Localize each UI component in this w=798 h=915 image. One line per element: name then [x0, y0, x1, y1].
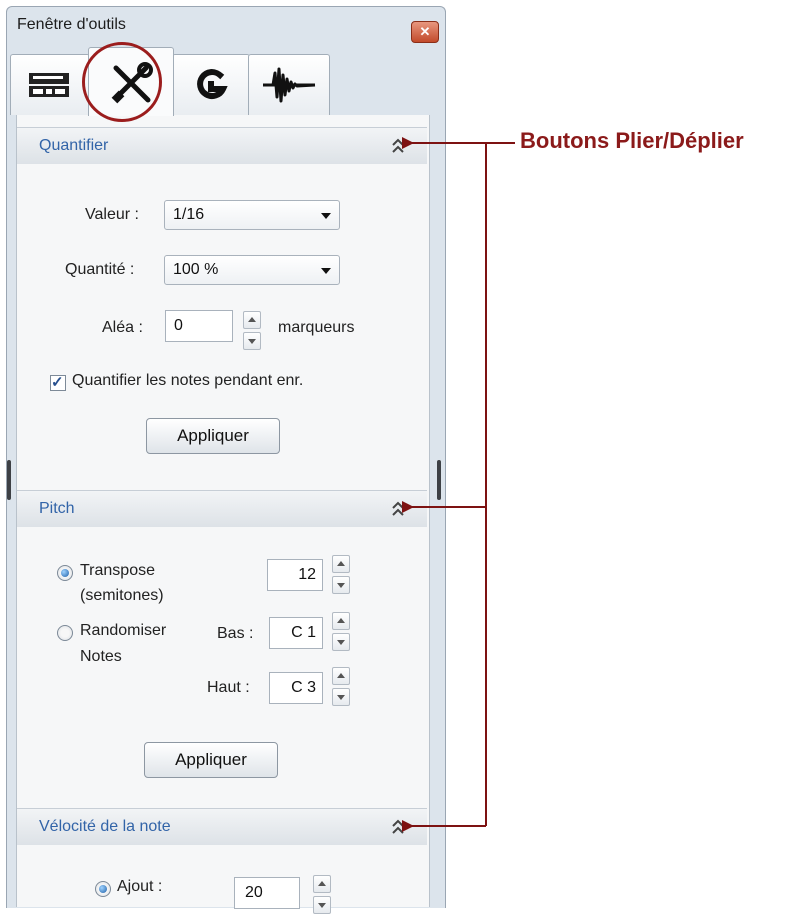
random-stepper[interactable]	[243, 311, 261, 351]
low-note-value: C 1	[291, 624, 316, 641]
transpose-input[interactable]: 12	[267, 559, 323, 591]
apply-quantize-button[interactable]: Appliquer	[146, 418, 280, 454]
tab-mixer[interactable]	[10, 54, 90, 115]
randomize-label: Randomiser	[80, 622, 167, 639]
waveform-icon	[263, 67, 316, 103]
record-quantize-checkbox[interactable]: ✓	[50, 374, 66, 391]
quantity-select[interactable]: 100 %	[164, 255, 340, 285]
stepper-down-icon[interactable]	[332, 633, 350, 651]
pitch-title: Pitch	[39, 500, 75, 517]
value-selected: 1/16	[173, 206, 205, 223]
tab-groove[interactable]	[172, 54, 250, 115]
value-label: Valeur :	[85, 206, 139, 223]
transpose-radio[interactable]	[57, 565, 73, 581]
add-stepper[interactable]	[313, 875, 331, 915]
add-label: Ajout :	[117, 878, 163, 895]
collapse-icon[interactable]	[391, 819, 405, 835]
velocity-body: Ajout : 20	[17, 845, 427, 914]
high-note-stepper[interactable]	[332, 667, 350, 707]
add-radio[interactable]	[95, 881, 111, 897]
panel-scroll-handle[interactable]	[7, 460, 11, 500]
title-bar[interactable]: Fenêtre d'outils ✕	[7, 7, 445, 43]
stepper-up-icon[interactable]	[332, 612, 350, 630]
apply-pitch-button[interactable]: Appliquer	[144, 742, 278, 778]
high-note-input[interactable]: C 3	[269, 672, 323, 704]
random-input[interactable]: 0	[165, 310, 233, 342]
window-title: Fenêtre d'outils	[17, 16, 126, 33]
transpose-stepper[interactable]	[332, 555, 350, 595]
tab-waveform[interactable]	[248, 54, 330, 115]
panel-scroll-handle-right[interactable]	[437, 460, 441, 500]
quantity-label: Quantité :	[65, 261, 135, 278]
randomize-sublabel: Notes	[80, 648, 122, 665]
quantize-header[interactable]: Quantifier	[17, 127, 427, 165]
velocity-title: Vélocité de la note	[39, 818, 171, 835]
chevron-down-icon	[321, 268, 331, 274]
random-unit: marqueurs	[278, 319, 355, 336]
quantize-title: Quantifier	[39, 137, 109, 154]
low-note-input[interactable]: C 1	[269, 617, 323, 649]
transpose-value: 12	[298, 566, 316, 583]
record-quantize-label: Quantifier les notes pendant enr.	[72, 372, 304, 389]
stepper-up-icon[interactable]	[332, 555, 350, 573]
high-note-value: C 3	[291, 679, 316, 696]
transpose-sublabel: (semitones)	[80, 587, 164, 604]
add-value: 20	[245, 884, 263, 901]
pitch-header[interactable]: Pitch	[17, 490, 427, 528]
add-input[interactable]: 20	[234, 877, 300, 909]
stepper-down-icon[interactable]	[332, 688, 350, 706]
low-label: Bas :	[217, 625, 254, 642]
stepper-down-icon[interactable]	[313, 896, 331, 914]
close-button[interactable]: ✕	[411, 21, 439, 43]
quantize-body: Valeur : 1/16 Quantité : 100 % Aléa : 0 …	[17, 164, 427, 484]
random-label: Aléa :	[102, 319, 143, 336]
high-label: Haut :	[207, 679, 250, 696]
close-icon: ✕	[419, 24, 431, 39]
random-value: 0	[174, 317, 183, 334]
velocity-header[interactable]: Vélocité de la note	[17, 808, 427, 846]
transpose-label: Transpose	[80, 562, 155, 579]
pitch-body: Transpose (semitones) 12 Randomiser Note…	[17, 527, 427, 803]
stepper-down-icon[interactable]	[332, 576, 350, 594]
randomize-radio[interactable]	[57, 625, 73, 641]
stepper-up-icon[interactable]	[243, 311, 261, 329]
groove-icon	[197, 69, 228, 99]
stepper-down-icon[interactable]	[243, 332, 261, 350]
collapse-icon[interactable]	[391, 138, 405, 154]
tab-tools[interactable]	[88, 47, 174, 116]
stepper-up-icon[interactable]	[332, 667, 350, 685]
chevron-down-icon	[321, 213, 331, 219]
annotation-label: Boutons Plier/Déplier	[520, 128, 744, 153]
tools-icon	[111, 62, 153, 104]
low-note-stepper[interactable]	[332, 612, 350, 652]
checkmark-icon: ✓	[51, 374, 64, 391]
tool-tabs	[10, 47, 430, 116]
stepper-up-icon[interactable]	[313, 875, 331, 893]
quantity-selected: 100 %	[173, 261, 219, 278]
collapse-icon[interactable]	[391, 501, 405, 517]
mixer-icon	[29, 73, 69, 97]
value-select[interactable]: 1/16	[164, 200, 340, 230]
